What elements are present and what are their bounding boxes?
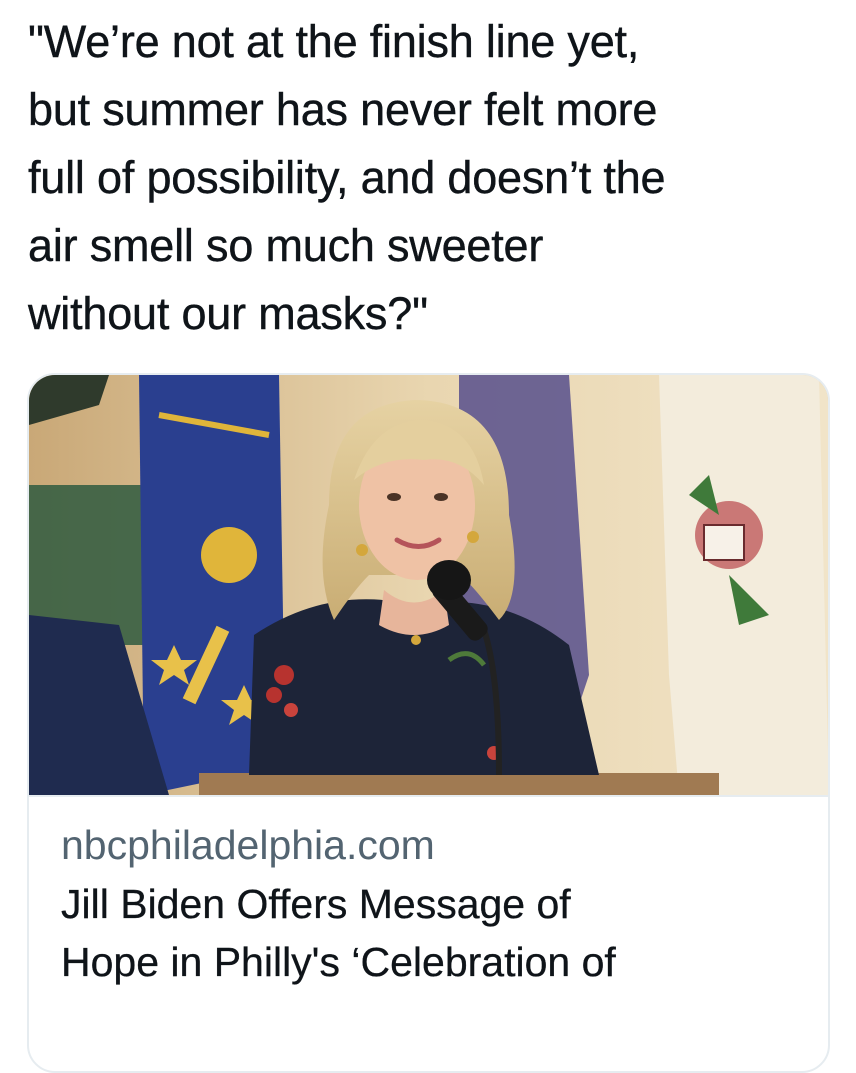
tweet-text-line: "We’re not at the finish line yet, [28, 16, 640, 67]
tweet-text-line: without our masks?" [28, 288, 428, 339]
card-image[interactable] [29, 375, 828, 795]
card-body[interactable]: nbcphiladelphia.com Jill Biden Offers Me… [61, 819, 811, 991]
tweet-text-line: but summer has never felt more [28, 84, 658, 135]
card-title-line: Hope in Philly's ‘Celebration of [61, 939, 616, 985]
card-title-line: Jill Biden Offers Message of [61, 881, 571, 927]
card-title: Jill Biden Offers Message of Hope in Phi… [61, 875, 811, 991]
tweet-text-line: air smell so much sweeter [28, 220, 544, 271]
tweet-text: "We’re not at the finish line yet, but s… [28, 8, 828, 348]
card-photo-illustration [29, 375, 828, 795]
tweet-text-line: full of possibility, and doesn’t the [28, 152, 666, 203]
link-preview-card[interactable]: nbcphiladelphia.com Jill Biden Offers Me… [27, 373, 830, 1073]
card-divider [29, 795, 828, 797]
card-domain: nbcphiladelphia.com [61, 822, 435, 868]
